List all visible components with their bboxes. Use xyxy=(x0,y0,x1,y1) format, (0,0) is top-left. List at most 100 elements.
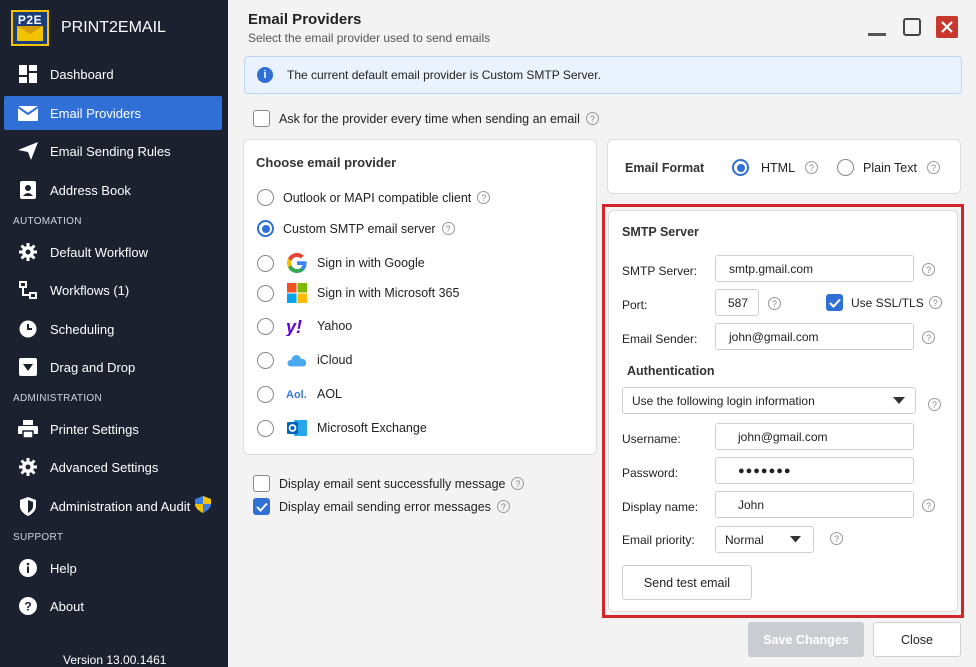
radio-outlook[interactable] xyxy=(257,189,274,206)
radio-html[interactable] xyxy=(732,159,749,176)
username-input[interactable]: john@gmail.com xyxy=(715,423,914,450)
port-input[interactable]: 587 xyxy=(715,289,759,316)
microsoft-icon xyxy=(286,282,308,304)
provider-option-exchange[interactable]: Microsoft Exchange xyxy=(257,417,427,439)
sidebar-item-label: Advanced Settings xyxy=(50,459,159,475)
display-error-row: Display email sending error messages ? xyxy=(253,498,510,515)
page-subtitle: Select the email provider used to send e… xyxy=(248,31,491,45)
format-html-label: HTML xyxy=(761,160,796,175)
help-icon[interactable]: ? xyxy=(830,532,843,545)
chevron-down-icon xyxy=(893,396,905,404)
sidebar-item-email-sending-rules[interactable]: Email Sending Rules xyxy=(4,134,222,168)
sidebar-item-default-workflow[interactable]: Default Workflow xyxy=(4,235,222,269)
sidebar: P2E PRINT2EMAIL Dashboard Email Provider… xyxy=(0,0,228,667)
email-priority-value: Normal xyxy=(725,532,764,547)
radio-custom-smtp[interactable] xyxy=(257,220,274,237)
ssl-row[interactable]: Use SSL/TLS ? xyxy=(826,294,942,311)
minimize-button[interactable] xyxy=(866,16,888,38)
provider-option-custom-smtp[interactable]: Custom SMTP email server ? xyxy=(257,220,455,237)
display-success-checkbox[interactable] xyxy=(253,475,270,492)
display-name-label: Display name: xyxy=(622,500,699,514)
provider-option-label: Sign in with Microsoft 365 xyxy=(317,286,460,300)
email-sender-input[interactable]: john@gmail.com xyxy=(715,323,914,350)
provider-option-aol[interactable]: Aol. AOL xyxy=(257,383,342,405)
close-button[interactable]: Close xyxy=(873,622,961,657)
send-test-email-button[interactable]: Send test email xyxy=(622,565,752,600)
provider-option-icloud[interactable]: iCloud xyxy=(257,349,352,371)
format-html-option[interactable]: HTML ? xyxy=(732,159,819,176)
password-label: Password: xyxy=(622,466,679,480)
info-icon: i xyxy=(257,67,273,83)
sidebar-item-scheduling[interactable]: Scheduling xyxy=(4,312,222,346)
sidebar-item-administration-audit[interactable]: Administration and Audit xyxy=(4,489,222,523)
maximize-button[interactable] xyxy=(901,16,923,38)
sidebar-item-advanced-settings[interactable]: Advanced Settings xyxy=(4,450,222,484)
outlook-icon xyxy=(286,417,308,439)
help-icon[interactable]: ? xyxy=(922,331,935,344)
help-icon[interactable]: ? xyxy=(496,500,510,513)
svg-text:?: ? xyxy=(24,600,31,614)
provider-panel-title: Choose email provider xyxy=(256,155,397,170)
radio-exchange[interactable] xyxy=(257,419,274,437)
sidebar-item-email-providers[interactable]: Email Providers xyxy=(4,96,222,130)
provider-option-outlook[interactable]: Outlook or MAPI compatible client ? xyxy=(257,189,491,206)
radio-google[interactable] xyxy=(257,254,274,272)
sidebar-item-drag-and-drop[interactable]: Drag and Drop xyxy=(4,350,222,384)
help-icon[interactable]: ? xyxy=(768,297,781,310)
help-icon[interactable]: ? xyxy=(441,222,455,235)
ask-provider-checkbox[interactable] xyxy=(253,110,270,127)
help-icon[interactable]: ? xyxy=(477,191,491,204)
svg-text:Aol.: Aol. xyxy=(286,389,307,401)
auth-method-select[interactable]: Use the following login information xyxy=(622,387,916,414)
display-name-input[interactable]: John xyxy=(715,491,914,518)
clock-icon xyxy=(18,319,38,339)
smtp-panel: SMTP Server SMTP Server: smtp.gmail.com … xyxy=(608,210,958,612)
provider-option-microsoft-365[interactable]: Sign in with Microsoft 365 xyxy=(257,282,459,304)
help-icon[interactable]: ? xyxy=(511,477,525,490)
email-sender-label: Email Sender: xyxy=(622,332,698,346)
sidebar-item-workflows[interactable]: Workflows (1) xyxy=(4,273,222,307)
printer-icon xyxy=(18,419,38,439)
dashboard-icon xyxy=(18,64,38,84)
smtp-server-input[interactable]: smtp.gmail.com xyxy=(715,255,914,282)
address-book-icon xyxy=(18,180,38,200)
sidebar-item-about[interactable]: ? About xyxy=(4,589,222,623)
save-changes-button[interactable]: Save Changes xyxy=(748,622,864,657)
radio-aol[interactable] xyxy=(257,385,274,403)
sidebar-item-label: Email Sending Rules xyxy=(50,143,171,159)
info-banner: i The current default email provider is … xyxy=(244,56,962,94)
radio-plain-text[interactable] xyxy=(837,159,854,176)
radio-yahoo[interactable] xyxy=(257,317,274,335)
sidebar-item-dashboard[interactable]: Dashboard xyxy=(4,57,222,91)
provider-option-google[interactable]: Sign in with Google xyxy=(257,252,425,274)
display-error-checkbox[interactable] xyxy=(253,498,270,515)
provider-option-label: Outlook or MAPI compatible client xyxy=(283,190,472,205)
ssl-checkbox[interactable] xyxy=(826,294,843,311)
radio-icloud[interactable] xyxy=(257,351,274,369)
help-icon[interactable]: ? xyxy=(926,161,940,174)
sidebar-item-help[interactable]: Help xyxy=(4,551,222,585)
help-icon[interactable]: ? xyxy=(922,499,935,512)
sidebar-item-printer-settings[interactable]: Printer Settings xyxy=(4,412,222,446)
drag-drop-icon xyxy=(18,357,38,377)
display-success-row: Display email sent successfully message … xyxy=(253,475,525,492)
email-priority-label: Email priority: xyxy=(622,533,695,547)
sidebar-item-label: Address Book xyxy=(50,182,131,198)
help-icon[interactable]: ? xyxy=(585,112,599,125)
password-input[interactable]: ●●●●●●● xyxy=(715,457,914,484)
sidebar-item-label: Scheduling xyxy=(50,321,115,337)
main-content: Email Providers Select the email provide… xyxy=(228,0,976,667)
format-plain-option[interactable]: Plain Text ? xyxy=(837,159,940,176)
email-priority-select[interactable]: Normal xyxy=(715,526,814,553)
radio-microsoft-365[interactable] xyxy=(257,284,274,302)
sidebar-item-label: Email Providers xyxy=(50,105,142,121)
help-icon[interactable]: ? xyxy=(928,398,941,411)
help-icon[interactable]: ? xyxy=(805,161,819,174)
provider-option-yahoo[interactable]: y! Yahoo xyxy=(257,315,352,337)
help-icon[interactable]: ? xyxy=(922,263,935,276)
gear-icon xyxy=(18,242,38,262)
close-window-button[interactable] xyxy=(936,16,958,38)
sidebar-item-label: Drag and Drop xyxy=(50,359,136,375)
sidebar-item-address-book[interactable]: Address Book xyxy=(4,173,222,207)
help-icon[interactable]: ? xyxy=(928,296,942,309)
